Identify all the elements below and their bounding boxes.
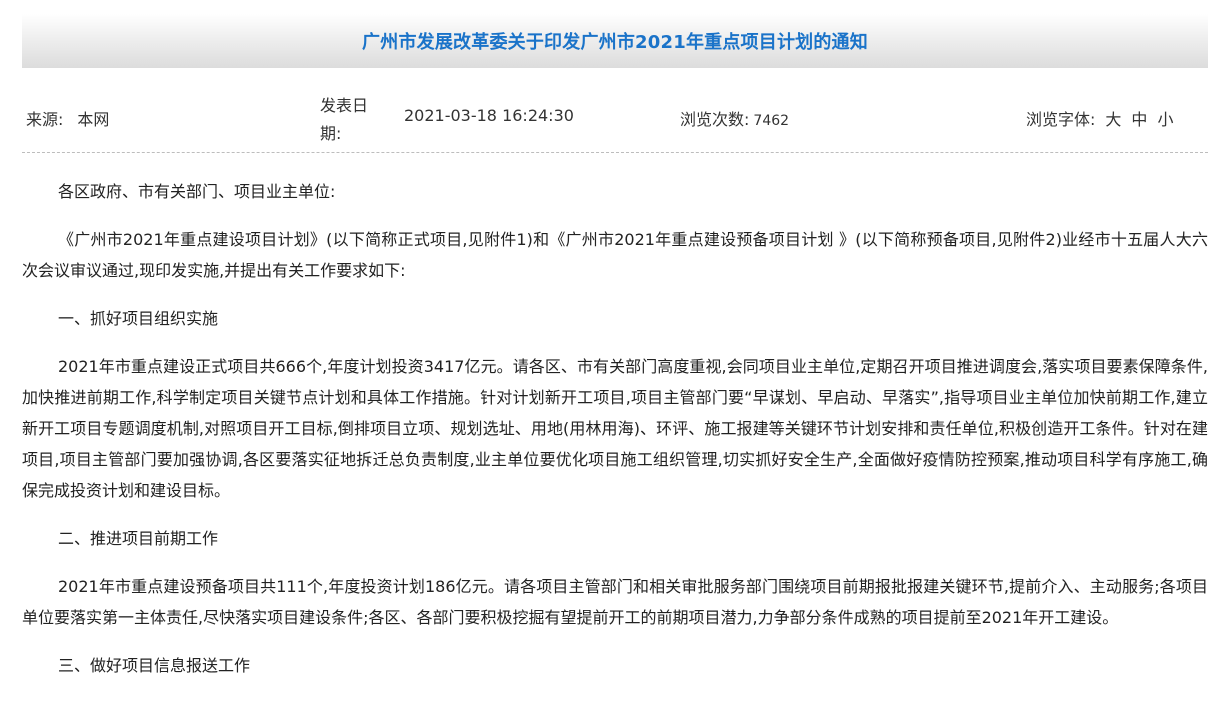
source-value: 本网 <box>77 110 110 129</box>
font-size-label: 浏览字体: <box>1026 110 1096 129</box>
date-value: 2021-03-18 16:24:30 <box>404 106 574 125</box>
meta-row: 来源: 本网 发表日期: 2021-03-18 16:24:30 浏览次数: 746… <box>22 88 1208 148</box>
title-bar: 广州市发展改革委关于印发广州市2021年重点项目计划的通知 <box>22 14 1208 68</box>
section-heading-1: 一、抓好项目组织实施 <box>58 309 219 328</box>
section-body-2: 2021年市重点建设预备项目共111个,年度投资计划186亿元。请各项目主管部门… <box>22 577 1208 627</box>
font-medium-button[interactable]: 中 <box>1131 110 1147 129</box>
date-label: 发表日期: <box>320 96 369 143</box>
meta-views: 浏览次数: 7462 <box>680 106 789 130</box>
section-heading-3: 三、做好项目信息报送工作 <box>58 656 251 675</box>
article-title: 广州市发展改革委关于印发广州市2021年重点项目计划的通知 <box>362 32 868 53</box>
font-large-button[interactable]: 大 <box>1105 110 1121 129</box>
source-label: 来源: <box>26 110 64 129</box>
meta-font-size: 浏览字体: 大中小 <box>1026 106 1173 130</box>
font-small-button[interactable]: 小 <box>1157 110 1173 129</box>
views-count: 7462 <box>753 113 790 129</box>
section-heading-2: 二、推进项目前期工作 <box>58 529 219 548</box>
intro-paragraph: 《广州市2021年重点建设项目计划》(以下简称正式项目,见附件1)和《广州市20… <box>22 230 1208 280</box>
salutation: 各区政府、市有关部门、项目业主单位: <box>58 182 336 201</box>
section-body-1: 2021年市重点建设正式项目共666个,年度计划投资3417亿元。请各区、市有关… <box>22 357 1208 500</box>
article-content: 各区政府、市有关部门、项目业主单位: 《广州市2021年重点建设项目计划》(以下… <box>22 176 1208 698</box>
meta-divider <box>22 152 1208 153</box>
views-label: 浏览次数: <box>680 110 750 129</box>
meta-source: 来源: 本网 <box>26 106 109 130</box>
